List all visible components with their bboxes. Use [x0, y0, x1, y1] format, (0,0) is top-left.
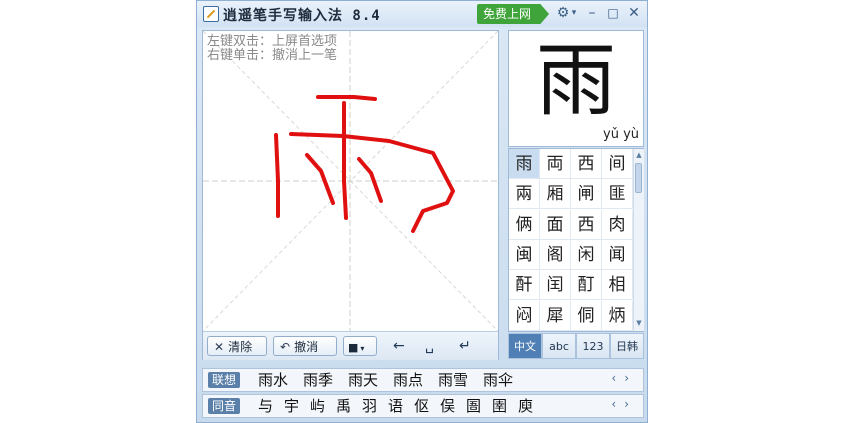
association-word[interactable]: 雨天	[348, 370, 378, 390]
homophone-char[interactable]: 与	[258, 396, 273, 416]
close-icon[interactable]: ✕	[625, 4, 643, 22]
candidate-char[interactable]: 肉	[602, 209, 633, 240]
window-title: 逍遥笔手写输入法 8.4	[223, 8, 381, 24]
camera-icon: ■	[348, 341, 359, 354]
association-row: 联想 雨水 雨季 雨天 雨点 雨雪 雨伞 ‹›	[202, 368, 644, 392]
writing-area[interactable]	[203, 31, 498, 331]
candidate-char[interactable]: 相	[602, 270, 633, 301]
candidate-panel: 雨両西间兩厢闸匪俩面西肉闽阁闲闻酐闰酊相闷犀侗炳 ▲ ▼	[508, 148, 644, 332]
candidate-grid: 雨両西间兩厢闸匪俩面西肉闽阁闲闻酐闰酊相闷犀侗炳	[509, 149, 633, 331]
candidate-char[interactable]: 厢	[540, 179, 571, 210]
undo-icon: ↶	[280, 340, 291, 354]
close-icon: ✕	[214, 340, 225, 354]
candidate-char[interactable]: 両	[540, 149, 571, 179]
recognized-char-preview: 雨 yǔ yù	[508, 30, 644, 147]
candidate-char[interactable]: 雨	[509, 149, 540, 179]
space-icon[interactable]: ␣	[425, 338, 434, 354]
candidate-char[interactable]: 酐	[509, 270, 540, 301]
candidate-char[interactable]: 犀	[540, 300, 571, 331]
association-label: 联想	[208, 372, 241, 388]
candidate-char[interactable]: 俩	[509, 209, 540, 240]
backspace-icon[interactable]: ←	[393, 338, 405, 354]
free-internet-button[interactable]: 免费上网	[477, 4, 550, 24]
candidate-scrollbar[interactable]: ▲ ▼	[633, 149, 644, 331]
candidate-char[interactable]: 闻	[602, 239, 633, 270]
homophone-char[interactable]: 屿	[310, 396, 325, 416]
homophone-char[interactable]: 圉	[492, 396, 507, 416]
preview-char: 雨	[536, 34, 616, 127]
candidate-char[interactable]: 闸	[571, 179, 602, 210]
mode-jp-kr[interactable]: 日韩	[610, 333, 644, 359]
candidate-char[interactable]: 间	[602, 149, 633, 179]
minimize-icon[interactable]: –	[583, 4, 601, 22]
handwriting-pad[interactable]: 左键双击：上屏首选项 右键单击：撤消上一笔 ✕ 清除 ↶ 撤消 ■ ▾ ← ␣ ↵	[202, 30, 499, 360]
candidate-char[interactable]: 阁	[540, 239, 571, 270]
handwritten-strokes	[274, 95, 455, 233]
candidate-char[interactable]: 闰	[540, 270, 571, 301]
mode-chinese[interactable]: 中文	[508, 333, 542, 359]
candidate-char[interactable]: 闲	[571, 239, 602, 270]
candidate-char[interactable]: 闷	[509, 300, 540, 331]
association-word[interactable]: 雨雪	[438, 370, 468, 390]
candidate-char[interactable]: 兩	[509, 179, 540, 210]
candidate-char[interactable]: 闽	[509, 239, 540, 270]
homophone-char[interactable]: 俣	[440, 396, 455, 416]
homophone-label: 同音	[208, 398, 241, 414]
association-word[interactable]: 雨点	[393, 370, 423, 390]
clear-label: 清除	[228, 340, 253, 354]
input-mode-tabs: 中文 abc 123 日韩	[508, 333, 644, 359]
association-word[interactable]: 雨水	[258, 370, 288, 390]
title-bar[interactable]: 逍遥笔手写输入法 8.4 免费上网 ⚙ ▾ – □ ✕	[197, 1, 647, 27]
homophone-char[interactable]: 禹	[336, 396, 351, 416]
scroll-down-icon[interactable]: ▼	[634, 319, 644, 327]
clear-button[interactable]: ✕ 清除	[207, 336, 267, 356]
candidate-char[interactable]: 西	[571, 209, 602, 240]
homophone-page-arrows[interactable]: ‹›	[611, 397, 637, 411]
pad-toolbar: ✕ 清除 ↶ 撤消 ■ ▾ ← ␣ ↵	[203, 331, 498, 360]
pen-app-icon	[203, 6, 219, 22]
scroll-up-icon[interactable]: ▲	[634, 151, 644, 159]
maximize-icon[interactable]: □	[604, 4, 622, 22]
mode-abc[interactable]: abc	[542, 333, 576, 359]
undo-button[interactable]: ↶ 撤消	[273, 336, 337, 356]
association-word[interactable]: 雨伞	[483, 370, 513, 390]
association-page-arrows[interactable]: ‹›	[611, 371, 637, 385]
dropdown-arrow-icon: ▾	[360, 344, 365, 353]
candidate-char[interactable]: 面	[540, 209, 571, 240]
hint-right-click: 右键单击：撤消上一笔	[207, 48, 338, 63]
candidate-char[interactable]: 西	[571, 149, 602, 179]
homophone-char[interactable]: 伛	[414, 396, 429, 416]
handwriting-ime-window: 逍遥笔手写输入法 8.4 免费上网 ⚙ ▾ – □ ✕ 左键双击：上屏首选项 右…	[196, 0, 648, 423]
candidate-char[interactable]: 侗	[571, 300, 602, 331]
scroll-thumb[interactable]	[635, 163, 642, 193]
homophone-char[interactable]: 圄	[466, 396, 481, 416]
undo-label: 撤消	[294, 340, 319, 354]
candidate-char[interactable]: 酊	[571, 270, 602, 301]
candidate-char[interactable]: 炳	[602, 300, 633, 331]
dropdown-arrow-icon[interactable]: ▾	[565, 4, 583, 22]
enter-icon[interactable]: ↵	[459, 338, 471, 354]
hint-double-click: 左键双击：上屏首选项	[207, 34, 338, 49]
homophone-char[interactable]: 庾	[518, 396, 533, 416]
homophone-row: 同音 与宇屿禹羽语伛俣圄圉庾 ‹›	[202, 394, 644, 418]
homophone-char[interactable]: 语	[388, 396, 403, 416]
association-word[interactable]: 雨季	[303, 370, 333, 390]
mode-123[interactable]: 123	[576, 333, 610, 359]
homophone-char[interactable]: 宇	[284, 396, 299, 416]
camera-button[interactable]: ■ ▾	[343, 336, 377, 356]
homophone-char[interactable]: 羽	[362, 396, 377, 416]
candidate-char[interactable]: 匪	[602, 179, 633, 210]
preview-pinyin: yǔ yù	[603, 127, 639, 142]
